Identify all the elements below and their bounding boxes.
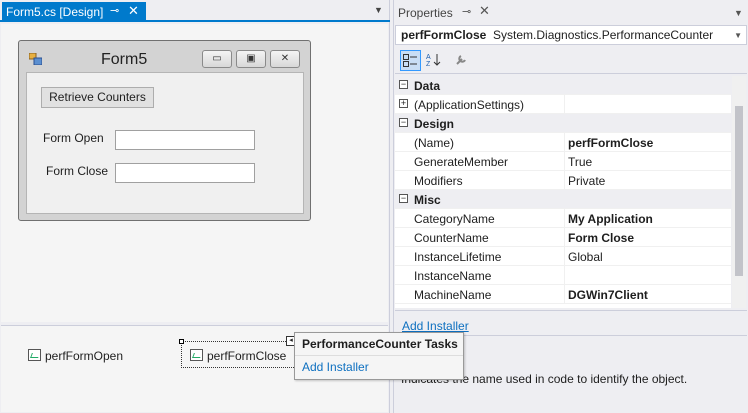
expand-icon[interactable]: + (399, 99, 408, 108)
property-value[interactable]: Private (568, 174, 605, 188)
category-label: Data (414, 79, 441, 93)
tray-item-label: perfFormOpen (45, 349, 124, 363)
tray-item-perfformclose[interactable]: perfFormClose (190, 349, 286, 363)
category-design[interactable]: − Design (395, 114, 731, 133)
column-divider[interactable] (564, 247, 565, 266)
scrollbar-thumb[interactable] (735, 106, 743, 276)
tray-item-label: perfFormClose (207, 349, 287, 363)
svg-text:Z: Z (426, 61, 431, 67)
column-divider[interactable] (564, 152, 565, 171)
property-name: Modifiers (414, 174, 463, 188)
property-value[interactable]: Global (568, 250, 603, 264)
form-open-textbox[interactable] (115, 130, 255, 150)
pin-icon[interactable]: ⊸ (110, 4, 119, 17)
alphabetical-sort-icon[interactable]: AZ (423, 50, 444, 71)
scrollbar[interactable] (732, 76, 746, 308)
maximize-icon[interactable]: ▣ (236, 50, 266, 68)
document-tabstrip: Form5.cs [Design] ⊸ ✕ ▼ (0, 0, 390, 22)
property-name: (Name) (414, 136, 455, 150)
column-divider[interactable] (564, 285, 565, 304)
properties-toolbar: AZ (395, 48, 747, 74)
column-divider[interactable] (564, 171, 565, 190)
property-value[interactable]: DGWin7Client (568, 288, 648, 302)
retrieve-counters-button[interactable]: Retrieve Counters (41, 87, 154, 108)
tab-form5-design[interactable]: Form5.cs [Design] ⊸ ✕ (2, 2, 146, 22)
column-divider[interactable] (564, 209, 565, 228)
property-row[interactable]: GenerateMember True (395, 152, 731, 171)
resize-handle[interactable] (179, 339, 184, 344)
tab-label: Form5.cs [Design] (6, 5, 104, 19)
chevron-down-icon[interactable]: ▼ (374, 5, 383, 15)
property-name: InstanceName (414, 269, 492, 283)
column-divider[interactable] (564, 228, 565, 247)
divider (295, 355, 463, 356)
tray-item-perfformopen[interactable]: perfFormOpen (28, 349, 123, 363)
property-row[interactable]: CategoryName My Application (395, 209, 731, 228)
collapse-icon[interactable]: − (399, 194, 408, 203)
property-grid: − Data + (ApplicationSettings) − Design (Name)… (395, 76, 731, 308)
form-icon (29, 53, 42, 65)
selected-object-type: System.Diagnostics.PerformanceCounter (493, 28, 714, 42)
property-name: CategoryName (414, 212, 495, 226)
close-window-icon[interactable]: ✕ (270, 50, 300, 68)
property-row[interactable]: Modifiers Private (395, 171, 731, 190)
property-row[interactable]: InstanceLifetime Global (395, 247, 731, 266)
form-title: Form5 (101, 51, 148, 68)
property-value[interactable]: True (568, 155, 592, 169)
property-value[interactable]: Form Close (568, 231, 634, 245)
property-row[interactable]: CounterName Form Close (395, 228, 731, 247)
close-icon[interactable]: ✕ (479, 3, 490, 19)
chevron-down-icon[interactable]: ▼ (734, 8, 743, 18)
property-pages-icon[interactable] (451, 50, 472, 71)
property-value[interactable]: My Application (568, 212, 653, 226)
property-name: MachineName (414, 288, 492, 302)
form-close-label: Form Close (46, 164, 109, 178)
property-name: InstanceLifetime (414, 250, 502, 264)
property-row[interactable]: MachineName DGWin7Client (395, 285, 731, 304)
column-divider[interactable] (564, 266, 565, 285)
category-misc[interactable]: − Misc (395, 190, 731, 209)
commands-area: Add Installer (395, 310, 747, 333)
column-divider[interactable] (564, 95, 565, 114)
performance-counter-icon (190, 349, 203, 361)
property-name: CounterName (414, 231, 489, 245)
property-name: GenerateMember (414, 155, 509, 169)
category-label: Design (414, 117, 455, 131)
form-titlebar: Form5 ▭ ▣ ✕ (19, 41, 310, 71)
smart-tag-title: PerformanceCounter Tasks (302, 337, 458, 351)
properties-title: Properties (398, 6, 453, 20)
selected-object-name: perfFormClose (401, 28, 487, 42)
smart-tag-panel: PerformanceCounter Tasks Add Installer (294, 332, 464, 380)
collapse-icon[interactable]: − (399, 80, 408, 89)
close-icon[interactable]: ✕ (128, 3, 139, 19)
performance-counter-icon (28, 349, 41, 361)
add-installer-link[interactable]: Add Installer (302, 360, 369, 374)
categorized-icon[interactable] (400, 50, 421, 71)
property-row[interactable]: + (ApplicationSettings) (395, 95, 731, 114)
object-selector[interactable]: perfFormClose System.Diagnostics.Perform… (395, 25, 747, 45)
property-value[interactable]: perfFormClose (568, 136, 653, 150)
category-data[interactable]: − Data (395, 76, 731, 95)
form-client-area: Retrieve Counters Form Open Form Close (26, 72, 304, 214)
column-divider[interactable] (564, 133, 565, 152)
minimize-icon[interactable]: ▭ (202, 50, 232, 68)
pin-icon[interactable]: ⊸ (462, 5, 471, 18)
form-close-textbox[interactable] (115, 163, 255, 183)
form-window[interactable]: Form5 ▭ ▣ ✕ Retrieve Counters Form Open … (18, 40, 311, 221)
property-row[interactable]: InstanceName (395, 266, 731, 285)
chevron-down-icon[interactable]: ▼ (734, 31, 742, 40)
form-open-label: Form Open (43, 131, 104, 145)
collapse-icon[interactable]: − (399, 118, 408, 127)
add-installer-command-link[interactable]: Add Installer (402, 319, 469, 333)
svg-text:A: A (426, 54, 431, 61)
property-row[interactable]: (Name) perfFormClose (395, 133, 731, 152)
category-label: Misc (414, 193, 441, 207)
property-name: (ApplicationSettings) (414, 98, 525, 112)
properties-header: Properties ⊸ ✕ ▼ (394, 0, 748, 24)
